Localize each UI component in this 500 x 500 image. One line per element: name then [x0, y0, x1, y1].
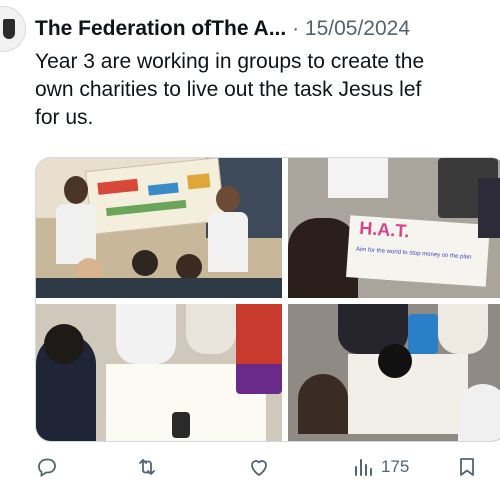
child-shirt: [328, 158, 388, 198]
photo-children-drawing[interactable]: [36, 304, 282, 441]
like-icon: [251, 460, 267, 476]
child-head: [378, 344, 412, 378]
photo-poster-on-floor[interactable]: H.A.T. Aim for the world to stop money o…: [288, 158, 500, 298]
like-button[interactable]: [247, 452, 271, 482]
poster-drawing: [97, 178, 139, 195]
poster-paper: H.A.T. Aim for the world to stop money o…: [346, 215, 490, 287]
child-head: [64, 176, 88, 204]
poster-drawing: [147, 182, 179, 196]
views-count: 175: [381, 457, 410, 476]
author-avatar[interactable]: [0, 6, 26, 52]
reply-button[interactable]: [35, 452, 59, 482]
poster-drawing: [106, 199, 187, 217]
child-head: [132, 250, 158, 276]
child-sleeve: [478, 178, 500, 238]
tweet-date[interactable]: 15/05/2024: [305, 17, 410, 40]
header-separator: ·: [292, 17, 300, 40]
poster-subtext: Aim for the world to stop money on the p…: [355, 246, 472, 261]
red-cabinet: [236, 304, 282, 364]
poster-drawing: [187, 173, 211, 190]
school-crest-icon: [3, 19, 15, 39]
tweet-actions: 175: [35, 452, 495, 482]
tweet-header: The Federation ofThe A... · 15/05/2024: [35, 14, 500, 44]
child-shirt: [208, 212, 248, 272]
glue-stick: [172, 412, 190, 438]
retweet-button[interactable]: [135, 452, 159, 482]
charity-poster: [85, 158, 225, 235]
photo-children-holding-poster[interactable]: [36, 158, 282, 298]
pencil-pot: [408, 314, 438, 354]
child-shirt: [438, 304, 488, 354]
tweet-text: Year 3 are working in groups to create t…: [35, 50, 425, 129]
views-icon: [355, 459, 372, 476]
child-head: [216, 186, 240, 212]
child-shirt: [56, 204, 96, 264]
child-head: [44, 324, 84, 364]
child-shirt: [116, 304, 176, 364]
reply-icon: [38, 458, 56, 478]
photo-children-colouring[interactable]: [288, 304, 500, 441]
child-shirt: [186, 304, 236, 354]
child-head: [176, 254, 202, 280]
bookmark-icon: [460, 458, 474, 476]
media-grid: H.A.T. Aim for the world to stop money o…: [35, 157, 500, 442]
author-name[interactable]: The Federation ofThe A...: [35, 17, 286, 40]
poster-title: H.A.T.: [358, 217, 411, 242]
views-button[interactable]: 175: [351, 452, 409, 482]
bookmark-button[interactable]: [455, 452, 479, 482]
pencil-tray: [236, 360, 282, 394]
floor: [36, 278, 282, 298]
child-hair: [298, 374, 348, 434]
retweet-icon: [139, 459, 155, 475]
child-shirt: [458, 384, 500, 441]
